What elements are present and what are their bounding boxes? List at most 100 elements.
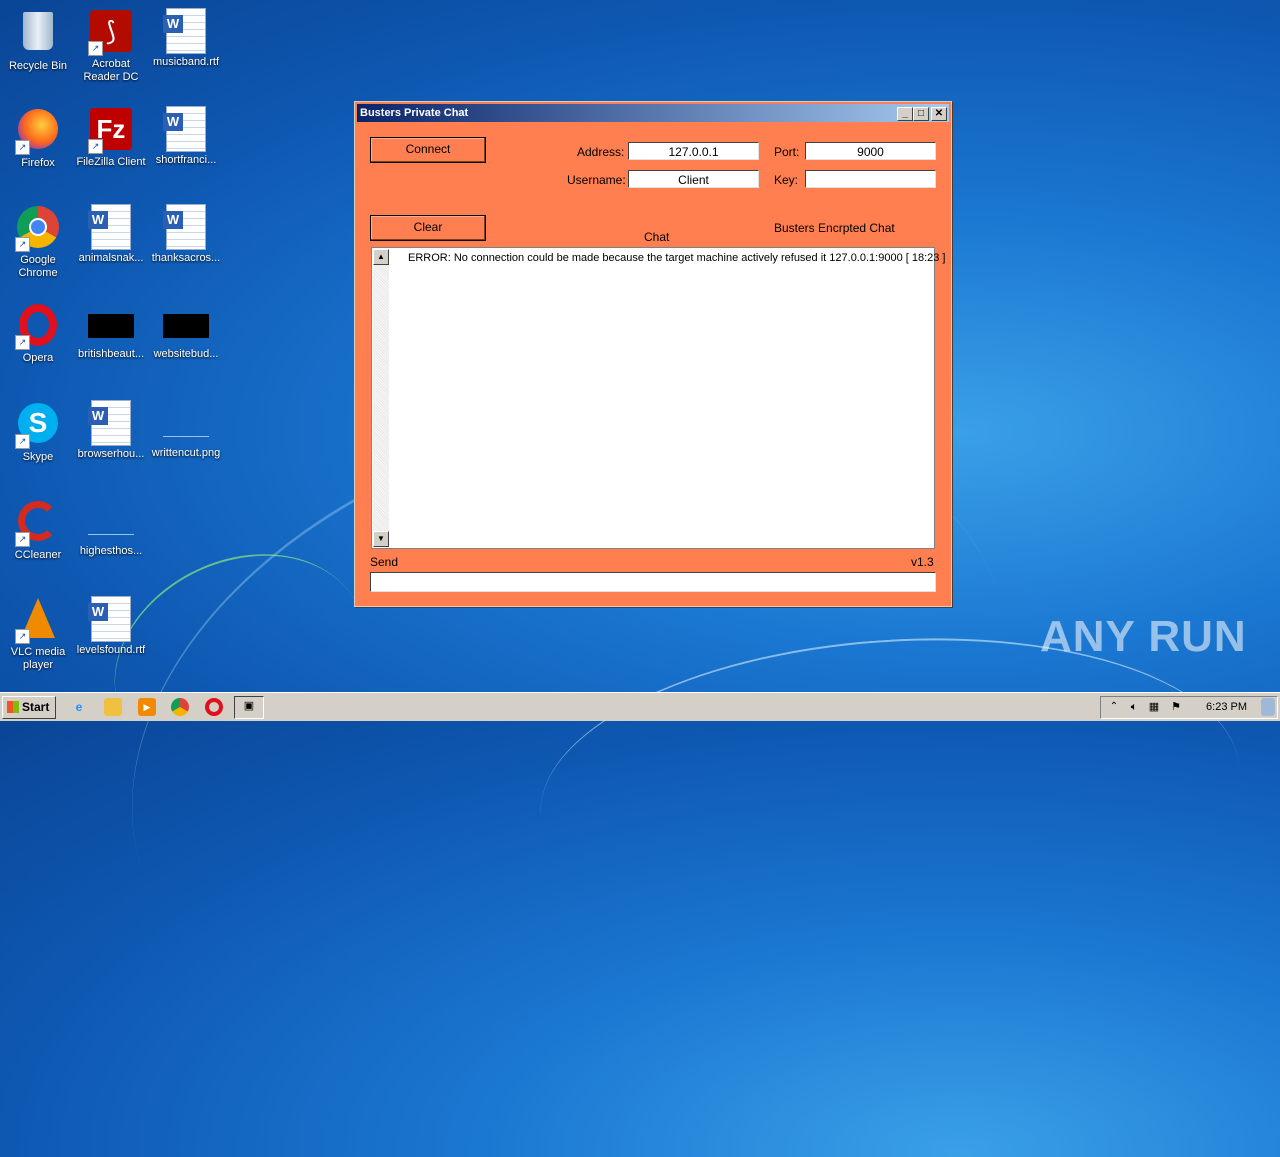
chat-subtitle: Busters Encrpted Chat [774,221,895,235]
word-document-icon: W [88,204,134,250]
desktop-icon-label: musicband.rtf [152,56,220,68]
window-titlebar[interactable]: Busters Private Chat _ □ ✕ [357,104,949,122]
desktop-icon-levelsfound[interactable]: W levelsfound.rtf [73,596,149,657]
desktop-icon-label: Opera [22,352,54,364]
desktop-icon-label: FileZilla Client [76,156,146,168]
clear-button[interactable]: Clear [370,215,486,241]
network-icon[interactable]: ▦ [1145,698,1163,716]
black-thumbnail-icon [88,314,134,338]
desktop-icon-google-chrome[interactable]: ↗ Google Chrome [0,204,76,280]
opera-icon: ↗ [15,304,61,350]
blank-thumbnail-icon [163,412,209,437]
desktop-icon-label: VLC media player [10,646,66,671]
show-desktop-icon[interactable] [1261,698,1275,716]
windows-logo-icon [7,701,19,713]
shortcut-arrow-icon: ↗ [15,532,30,547]
scroll-down-arrow-icon[interactable]: ▼ [373,531,389,547]
file-explorer-icon[interactable] [104,698,122,716]
desktop-icon-label: levelsfound.rtf [76,644,146,656]
opera-taskbar-icon[interactable] [205,698,223,716]
chat-scrollbar[interactable]: ▲ ▼ [373,249,389,547]
taskbar-clock[interactable]: 6:23 PM [1206,701,1247,713]
window-title: Busters Private Chat [360,107,469,119]
chrome-icon: ↗ [15,206,61,252]
key-field[interactable] [805,170,936,188]
desktop-icon-label: browserhou... [77,448,145,460]
shortcut-arrow-icon: ↗ [15,335,30,350]
tray-expand-icon[interactable]: ⌃ [1105,698,1123,716]
word-document-icon: W [88,400,134,446]
desktop-icon-firefox[interactable]: ↗ Firefox [0,106,76,170]
media-player-icon[interactable]: ▶ [138,698,156,716]
desktop-icon-writtencut[interactable]: writtencut.png [148,400,224,460]
recycle-bin-icon [15,12,61,58]
desktop-icon-skype[interactable]: S ↗ Skype [0,400,76,464]
desktop-icon-label: CCleaner [14,549,62,561]
ccleaner-icon: ↗ [15,501,61,547]
port-field[interactable]: 9000 [805,142,936,160]
anyrun-watermark: ANY RUN [1040,612,1247,661]
desktop-icon-label: Skype [22,451,54,463]
desktop-icon-label: writtencut.png [151,447,221,459]
desktop-icon-label: websitebud... [153,348,219,360]
desktop-icon-label: britishbeaut... [77,348,145,360]
address-field[interactable]: 127.0.0.1 [628,142,759,160]
desktop-icon-recycle-bin[interactable]: Recycle Bin [0,8,76,73]
start-label: Start [22,700,50,714]
chat-message: ERROR: No connection could be made becau… [408,252,946,264]
send-input[interactable] [370,572,936,592]
chrome-taskbar-icon[interactable] [171,698,189,716]
volume-icon[interactable]: 🔈︎ [1125,698,1143,716]
scroll-up-arrow-icon[interactable]: ▲ [373,249,389,265]
desktop-icon-musicband[interactable]: W musicband.rtf [148,8,224,69]
filezilla-icon: Fz ↗ [88,108,134,154]
word-document-icon: W [163,8,209,54]
maximize-button[interactable]: □ [913,107,929,121]
desktop-icon-shortfranci[interactable]: W shortfranci... [148,106,224,167]
desktop-icon-acrobat[interactable]: ⟆ ↗ Acrobat Reader DC [73,8,149,84]
desktop-icon-label: Firefox [21,157,55,169]
username-field[interactable]: Client [628,170,759,188]
acrobat-icon: ⟆ ↗ [88,10,134,56]
port-label: Port: [774,145,800,159]
desktop-icon-highesthos[interactable]: highesthos... [73,498,149,558]
desktop-icon-vlc[interactable]: ↗ VLC media player [0,596,76,672]
desktop-icon-opera[interactable]: ↗ Opera [0,302,76,365]
desktop-icon-websitebud[interactable]: websitebud... [148,302,224,361]
vlc-cone-icon: ↗ [15,598,61,644]
address-label: Address: [577,145,625,159]
desktop-icon-label: Acrobat Reader DC [83,58,139,83]
desktop-icon-label: animalsnak... [78,252,144,264]
chat-app-taskbar-icon[interactable]: ▣ [234,696,264,719]
start-button[interactable]: Start [2,696,56,719]
shortcut-arrow-icon: ↗ [15,237,30,252]
connect-button[interactable]: Connect [370,137,486,163]
skype-icon: S ↗ [15,403,61,449]
desktop-icon-label: shortfranci... [155,154,217,166]
desktop-icon-ccleaner[interactable]: ↗ CCleaner [0,498,76,562]
chat-log[interactable]: ▲ ▼ ERROR: No connection could be made b… [371,247,946,549]
desktop-icon-thanksacros[interactable]: W thanksacros... [148,204,224,265]
desktop-icon-browserhou[interactable]: W browserhou... [73,400,149,461]
desktop-icon-label: Recycle Bin [8,60,68,72]
chat-label: Chat [644,230,670,244]
shortcut-arrow-icon: ↗ [88,139,103,154]
send-label: Send [370,555,399,569]
desktop-icon-filezilla[interactable]: Fz ↗ FileZilla Client [73,106,149,169]
internet-explorer-icon[interactable]: e [70,698,88,716]
action-center-flag-icon[interactable]: ⚑ [1167,698,1185,716]
minimize-button[interactable]: _ [897,107,913,121]
close-button[interactable]: ✕ [931,107,947,121]
version-label: v1.3 [911,555,934,569]
shortcut-arrow-icon: ↗ [15,140,30,155]
black-thumbnail-icon [163,314,209,338]
blank-thumbnail-icon [88,510,134,535]
taskbar: Start e ▶ ▣ ⌃ 🔈︎ ▦ ⚑ 6:23 PM [0,692,1280,721]
word-document-icon: W [88,596,134,642]
firefox-icon: ↗ [15,109,61,155]
desktop-icon-label: thanksacros... [151,252,221,264]
desktop-icon-britishbeaut[interactable]: britishbeaut... [73,302,149,361]
username-label: Username: [567,173,626,187]
desktop-icon-animalsnak[interactable]: W animalsnak... [73,204,149,265]
word-document-icon: W [163,204,209,250]
